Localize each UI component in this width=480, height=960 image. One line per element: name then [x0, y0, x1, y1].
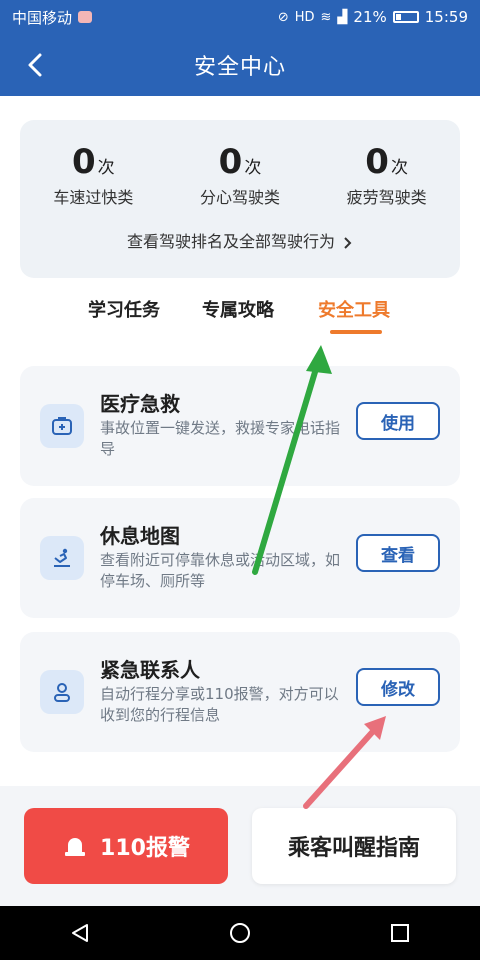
app-header: 安全中心 — [0, 34, 480, 96]
carrier-name: 中国移动 — [12, 8, 73, 27]
stat-label: 分心驾驶类 — [199, 188, 280, 207]
tool-title: 紧急联系人 — [100, 658, 200, 682]
tab-study-tasks[interactable]: 学习任务 — [88, 296, 160, 322]
stat-label: 车速过快类 — [53, 188, 134, 207]
nav-home-button[interactable] — [220, 913, 260, 953]
view-button[interactable]: 查看 — [356, 534, 440, 572]
carrier-app-icon — [78, 11, 93, 23]
square-recents-icon — [391, 924, 409, 942]
signal-icon: ▟ — [337, 9, 348, 25]
tool-card-emergency-contact: 紧急联系人 自动行程分享或110报警，对方可以收到您的行程信息 修改 — [20, 632, 460, 752]
stat-value: 0 — [365, 142, 389, 182]
nav-recents-button[interactable] — [380, 913, 420, 953]
stat-value: 0 — [71, 142, 96, 182]
tool-description: 查看附近可停靠休息或活动区域，如停车场、厕所等 — [100, 551, 341, 590]
tool-title: 医疗急救 — [100, 392, 180, 416]
stat-unit: 次 — [97, 158, 115, 178]
contact-icon — [40, 670, 84, 714]
tab-exclusive-guide[interactable]: 专属攻略 — [202, 296, 274, 322]
circle-home-icon — [230, 923, 250, 943]
alarm-light-icon — [65, 838, 86, 856]
page-title: 安全中心 — [193, 55, 286, 80]
nav-back-button[interactable] — [60, 913, 100, 953]
stat-distracted: 0次 分心驾驶类 — [175, 142, 305, 208]
first-aid-icon — [40, 404, 84, 448]
call-110-label: 110报警 — [100, 836, 190, 861]
hd-icon: HD — [294, 9, 315, 25]
tool-description: 事故位置一键发送，救援专家电话指导 — [100, 419, 341, 458]
stat-unit: 次 — [244, 158, 262, 178]
driving-ranking-link-label: 查看驾驶排名及全部驾驶行为 — [126, 232, 335, 251]
stat-speeding: 0次 车速过快类 — [28, 142, 158, 208]
bottom-action-bar: 110报警 乘客叫醒指南 — [0, 786, 480, 906]
tool-description: 自动行程分享或110报警，对方可以收到您的行程信息 — [100, 685, 339, 724]
chevron-left-icon — [28, 53, 42, 77]
system-nav-bar — [0, 906, 480, 960]
battery-percent: 21% — [353, 8, 387, 26]
chevron-right-icon — [344, 236, 352, 249]
wifi-icon: ≋ — [320, 9, 332, 25]
active-tab-indicator — [330, 330, 382, 334]
guide-label: 乘客叫醒指南 — [287, 836, 420, 861]
back-button[interactable] — [18, 48, 52, 82]
driving-ranking-link[interactable]: 查看驾驶排名及全部驾驶行为 — [20, 228, 460, 252]
mute-icon: ⊘ — [277, 9, 289, 25]
status-bar: 中国移动 ⊘ HD ≋ ▟ 21% 15:59 — [0, 0, 480, 34]
battery-icon — [392, 11, 419, 23]
clock: 15:59 — [424, 8, 468, 26]
triangle-back-icon — [72, 924, 88, 942]
stat-unit: 次 — [390, 158, 408, 178]
edit-button[interactable]: 修改 — [356, 668, 440, 706]
call-110-button[interactable]: 110报警 — [24, 808, 228, 884]
tool-tabs: 学习任务 专属攻略 安全工具 — [0, 296, 480, 342]
rest-icon — [40, 536, 84, 580]
driving-stats-card: 0次 车速过快类 0次 分心驾驶类 0次 疲劳驾驶类 查看驾驶排名及全部驾驶行为 — [20, 120, 460, 278]
tool-card-medical: 医疗急救 事故位置一键发送，救援专家电话指导 使用 — [20, 366, 460, 486]
stat-value: 0 — [218, 142, 243, 182]
tool-title: 休息地图 — [100, 524, 180, 548]
passenger-wakeup-guide-button[interactable]: 乘客叫醒指南 — [252, 808, 456, 884]
stat-fatigue: 0次 疲劳驾驶类 — [322, 142, 452, 208]
use-button[interactable]: 使用 — [356, 402, 440, 440]
tab-safety-tools[interactable]: 安全工具 — [318, 296, 390, 322]
tool-card-rest-map: 休息地图 查看附近可停靠休息或活动区域，如停车场、厕所等 查看 — [20, 498, 460, 618]
stat-label: 疲劳驾驶类 — [346, 188, 427, 207]
